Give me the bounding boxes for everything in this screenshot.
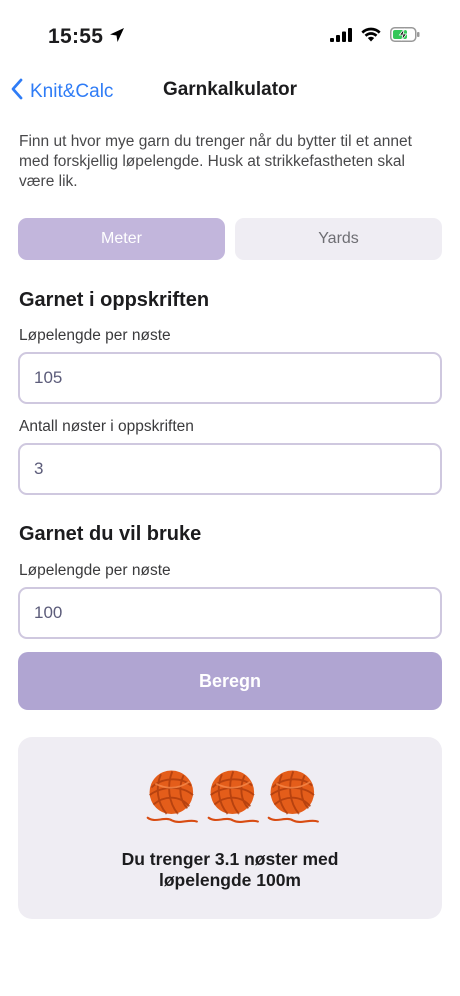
pattern-count-label: Antall nøster i oppskriften [19,418,194,435]
result-line-1: Du trenger 3.1 nøster med [121,849,339,869]
new-length-input[interactable]: 100 [18,587,442,639]
status-time: 15:55 [48,25,125,49]
pattern-count-input[interactable]: 3 [18,443,442,495]
unit-option-meter[interactable]: Meter [18,218,225,260]
intro-text: Finn ut hvor mye garn du trenger når du … [19,133,412,190]
status-indicators [330,27,420,47]
cellular-signal-icon [330,27,352,47]
yarn-ball-icon [207,770,259,823]
status-bar: 15:55 [0,0,460,70]
battery-charging-icon [390,27,420,47]
result-card: Du trenger 3.1 nøster med løpelengde 100… [18,737,442,919]
yarn-ball-icon [146,770,198,823]
wifi-icon [361,27,381,47]
unit-toggle: Meter Yards [18,218,442,260]
pattern-length-label: Løpelengde per nøste [19,327,171,344]
pattern-length-input[interactable]: 105 [18,352,442,404]
section-title-pattern-yarn: Garnet i oppskriften [19,289,210,311]
section-title-new-yarn: Garnet du vil bruke [19,523,202,545]
new-length-label: Løpelengde per nøste [19,562,171,579]
unit-option-yards[interactable]: Yards [235,218,442,260]
yarn-ball-icon [267,770,320,823]
location-arrow-icon [109,25,125,49]
calculate-button[interactable]: Beregn [18,652,442,710]
status-time-text: 15:55 [48,25,104,48]
yarn-balls [142,765,322,827]
page-title-text: Garnkalkulator [162,79,298,100]
result-text: Du trenger 3.1 nøster med løpelengde 100… [18,849,442,891]
navigation-bar: Knit&Calc Garnkalkulator [0,70,460,112]
result-line-2: løpelengde 100m [159,870,301,890]
page-title: Garnkalkulator [0,79,460,101]
